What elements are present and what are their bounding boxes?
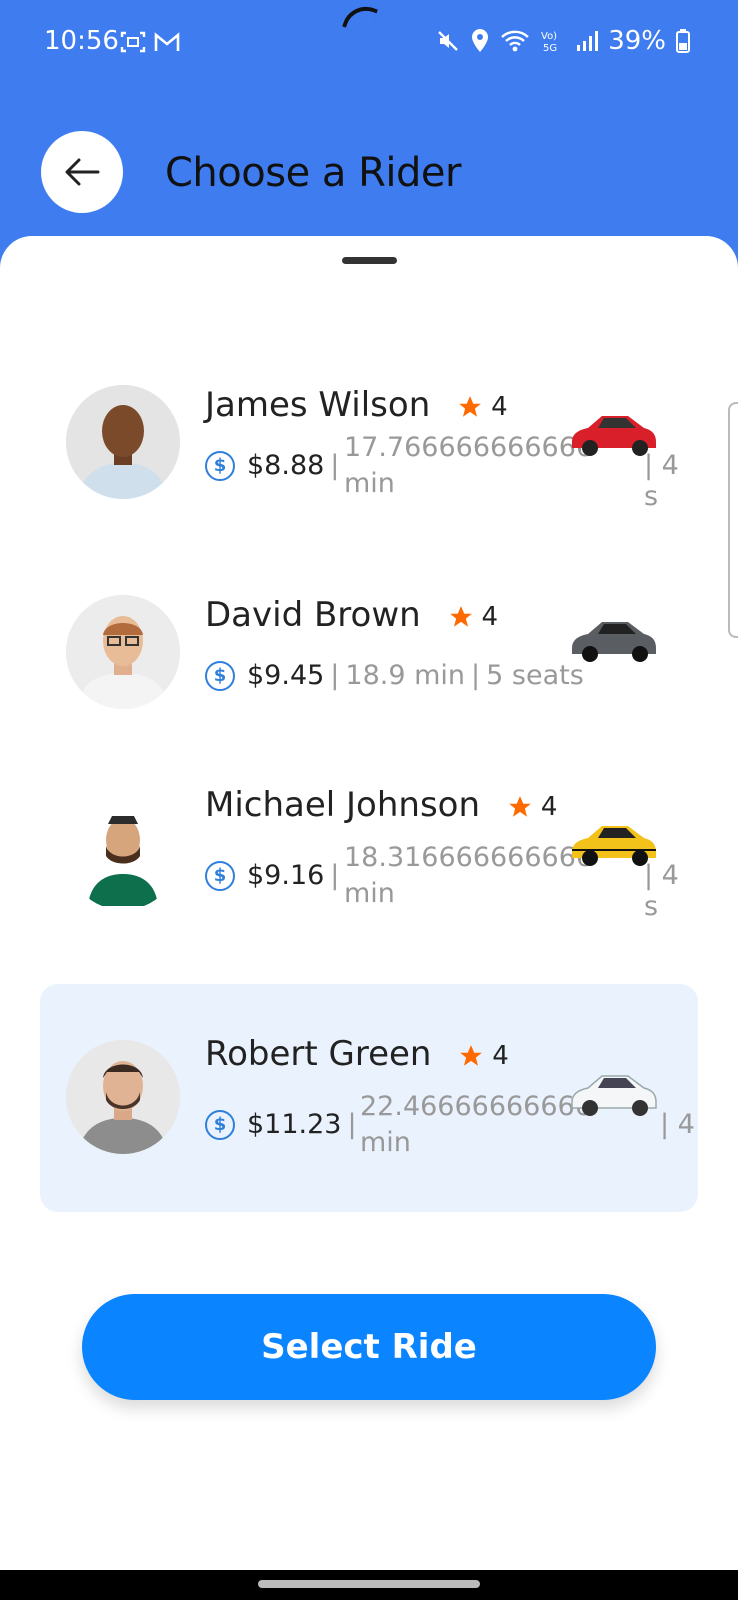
avatar xyxy=(66,595,180,709)
separator: | xyxy=(330,660,340,691)
avatar xyxy=(66,796,180,910)
separator: | xyxy=(471,660,481,691)
star-icon xyxy=(460,1044,483,1066)
volte-icon: Vo)5G xyxy=(541,31,557,53)
duration-unit: min xyxy=(360,1127,411,1158)
rider-name-row: Robert Green 4 xyxy=(205,1034,509,1074)
location-icon xyxy=(472,29,489,52)
rider-name: James Wilson xyxy=(205,385,431,425)
duration-value: 17.7666666666666 xyxy=(344,432,594,463)
rider-name: David Brown xyxy=(205,595,421,635)
car-image-gray xyxy=(572,622,656,662)
camera-notch xyxy=(342,0,378,36)
car-image-red xyxy=(572,416,656,456)
car-image-white xyxy=(571,1075,657,1116)
scroll-indicator[interactable] xyxy=(728,402,738,638)
rider-card-james-wilson[interactable]: James Wilson 4 $ $8.88 | 17.766666666666… xyxy=(40,376,698,604)
dollar-icon: $ xyxy=(205,1109,235,1140)
screenshot-icon xyxy=(120,31,146,53)
ride-price: $9.16 xyxy=(247,860,325,891)
avatar xyxy=(66,1040,180,1154)
arrow-left-icon xyxy=(65,158,100,186)
status-left-icons xyxy=(120,30,180,54)
ride-details: $ $11.23 | xyxy=(205,1109,363,1140)
ride-details: $ $9.16 | xyxy=(205,860,345,891)
rider-rating: 4 xyxy=(448,601,499,632)
rider-name: Michael Johnson xyxy=(205,785,481,825)
rider-name-row: James Wilson 4 xyxy=(205,385,508,425)
select-ride-button[interactable]: Select Ride xyxy=(82,1294,656,1400)
battery-percent: 39% xyxy=(608,26,666,56)
rider-card-robert-green[interactable]: Robert Green 4 $ $11.23 | 22.46666666666… xyxy=(40,984,698,1212)
rider-card-michael-johnson[interactable]: Michael Johnson 4 $ $9.16 | 18.316666666… xyxy=(40,776,698,1004)
duration-value: 22.4666666666666 xyxy=(360,1091,594,1122)
star-icon xyxy=(459,395,481,417)
rider-rating: 4 xyxy=(507,791,558,822)
ride-seats-truncated: | 4 xyxy=(660,1109,695,1140)
home-gesture-pill[interactable] xyxy=(258,1580,480,1588)
page-title: Choose a Rider xyxy=(165,150,461,196)
rating-value: 4 xyxy=(492,1040,509,1071)
ride-duration: 17.7666666666666 min xyxy=(344,430,594,502)
status-right-icons: Vo) 5G 39% xyxy=(436,26,690,56)
system-nav-bar xyxy=(0,1570,738,1600)
rider-sheet: James Wilson 4 $ $8.88 | 17.766666666666… xyxy=(0,236,738,1570)
duration-unit: min xyxy=(344,878,395,909)
ride-duration: 18.9 min xyxy=(345,660,466,691)
rating-value: 4 xyxy=(481,601,499,632)
svg-text:5G: 5G xyxy=(543,43,557,53)
battery-icon xyxy=(676,29,690,53)
back-button[interactable] xyxy=(41,131,123,213)
status-bar: 10:56 Vo) 5G 39% xyxy=(0,0,738,88)
rider-name-row: Michael Johnson 4 xyxy=(205,785,557,825)
rider-rating: 4 xyxy=(458,1041,509,1071)
rider-name-row: David Brown 4 xyxy=(205,595,498,635)
rider-name: Robert Green xyxy=(205,1034,432,1074)
avatar xyxy=(66,385,180,499)
ride-duration: 18.3166666666666 min xyxy=(344,840,594,912)
rider-rating: 4 xyxy=(457,392,508,422)
mute-icon xyxy=(438,31,459,51)
svg-text:Vo): Vo) xyxy=(541,31,557,42)
signal-icon xyxy=(577,31,599,51)
rating-value: 4 xyxy=(540,791,558,822)
ride-details: $ $9.45 | 18.9 min | 5 seats xyxy=(205,660,584,691)
ride-details: $ $8.88 | xyxy=(205,450,345,481)
separator: | xyxy=(330,860,340,891)
star-icon xyxy=(449,605,472,627)
wifi-icon xyxy=(501,30,530,52)
dollar-icon: $ xyxy=(205,660,235,691)
duration-value: 18.3166666666666 xyxy=(344,842,594,873)
ride-price: $8.88 xyxy=(247,450,325,481)
car-image-yellow xyxy=(572,826,656,866)
rating-value: 4 xyxy=(491,391,508,422)
sheet-drag-handle[interactable] xyxy=(342,257,397,264)
dollar-icon: $ xyxy=(205,450,235,481)
duration-unit: min xyxy=(344,468,395,499)
star-icon xyxy=(509,795,531,817)
separator: | xyxy=(330,450,340,481)
app-header: Choose a Rider xyxy=(0,88,738,238)
separator: | xyxy=(347,1109,357,1140)
gmail-icon xyxy=(154,32,180,51)
status-time: 10:56 xyxy=(44,26,119,56)
ride-price: $9.45 xyxy=(247,660,325,691)
ride-duration: 22.4666666666666 min xyxy=(360,1089,594,1161)
dollar-icon: $ xyxy=(205,860,235,891)
ride-price: $11.23 xyxy=(247,1109,342,1140)
